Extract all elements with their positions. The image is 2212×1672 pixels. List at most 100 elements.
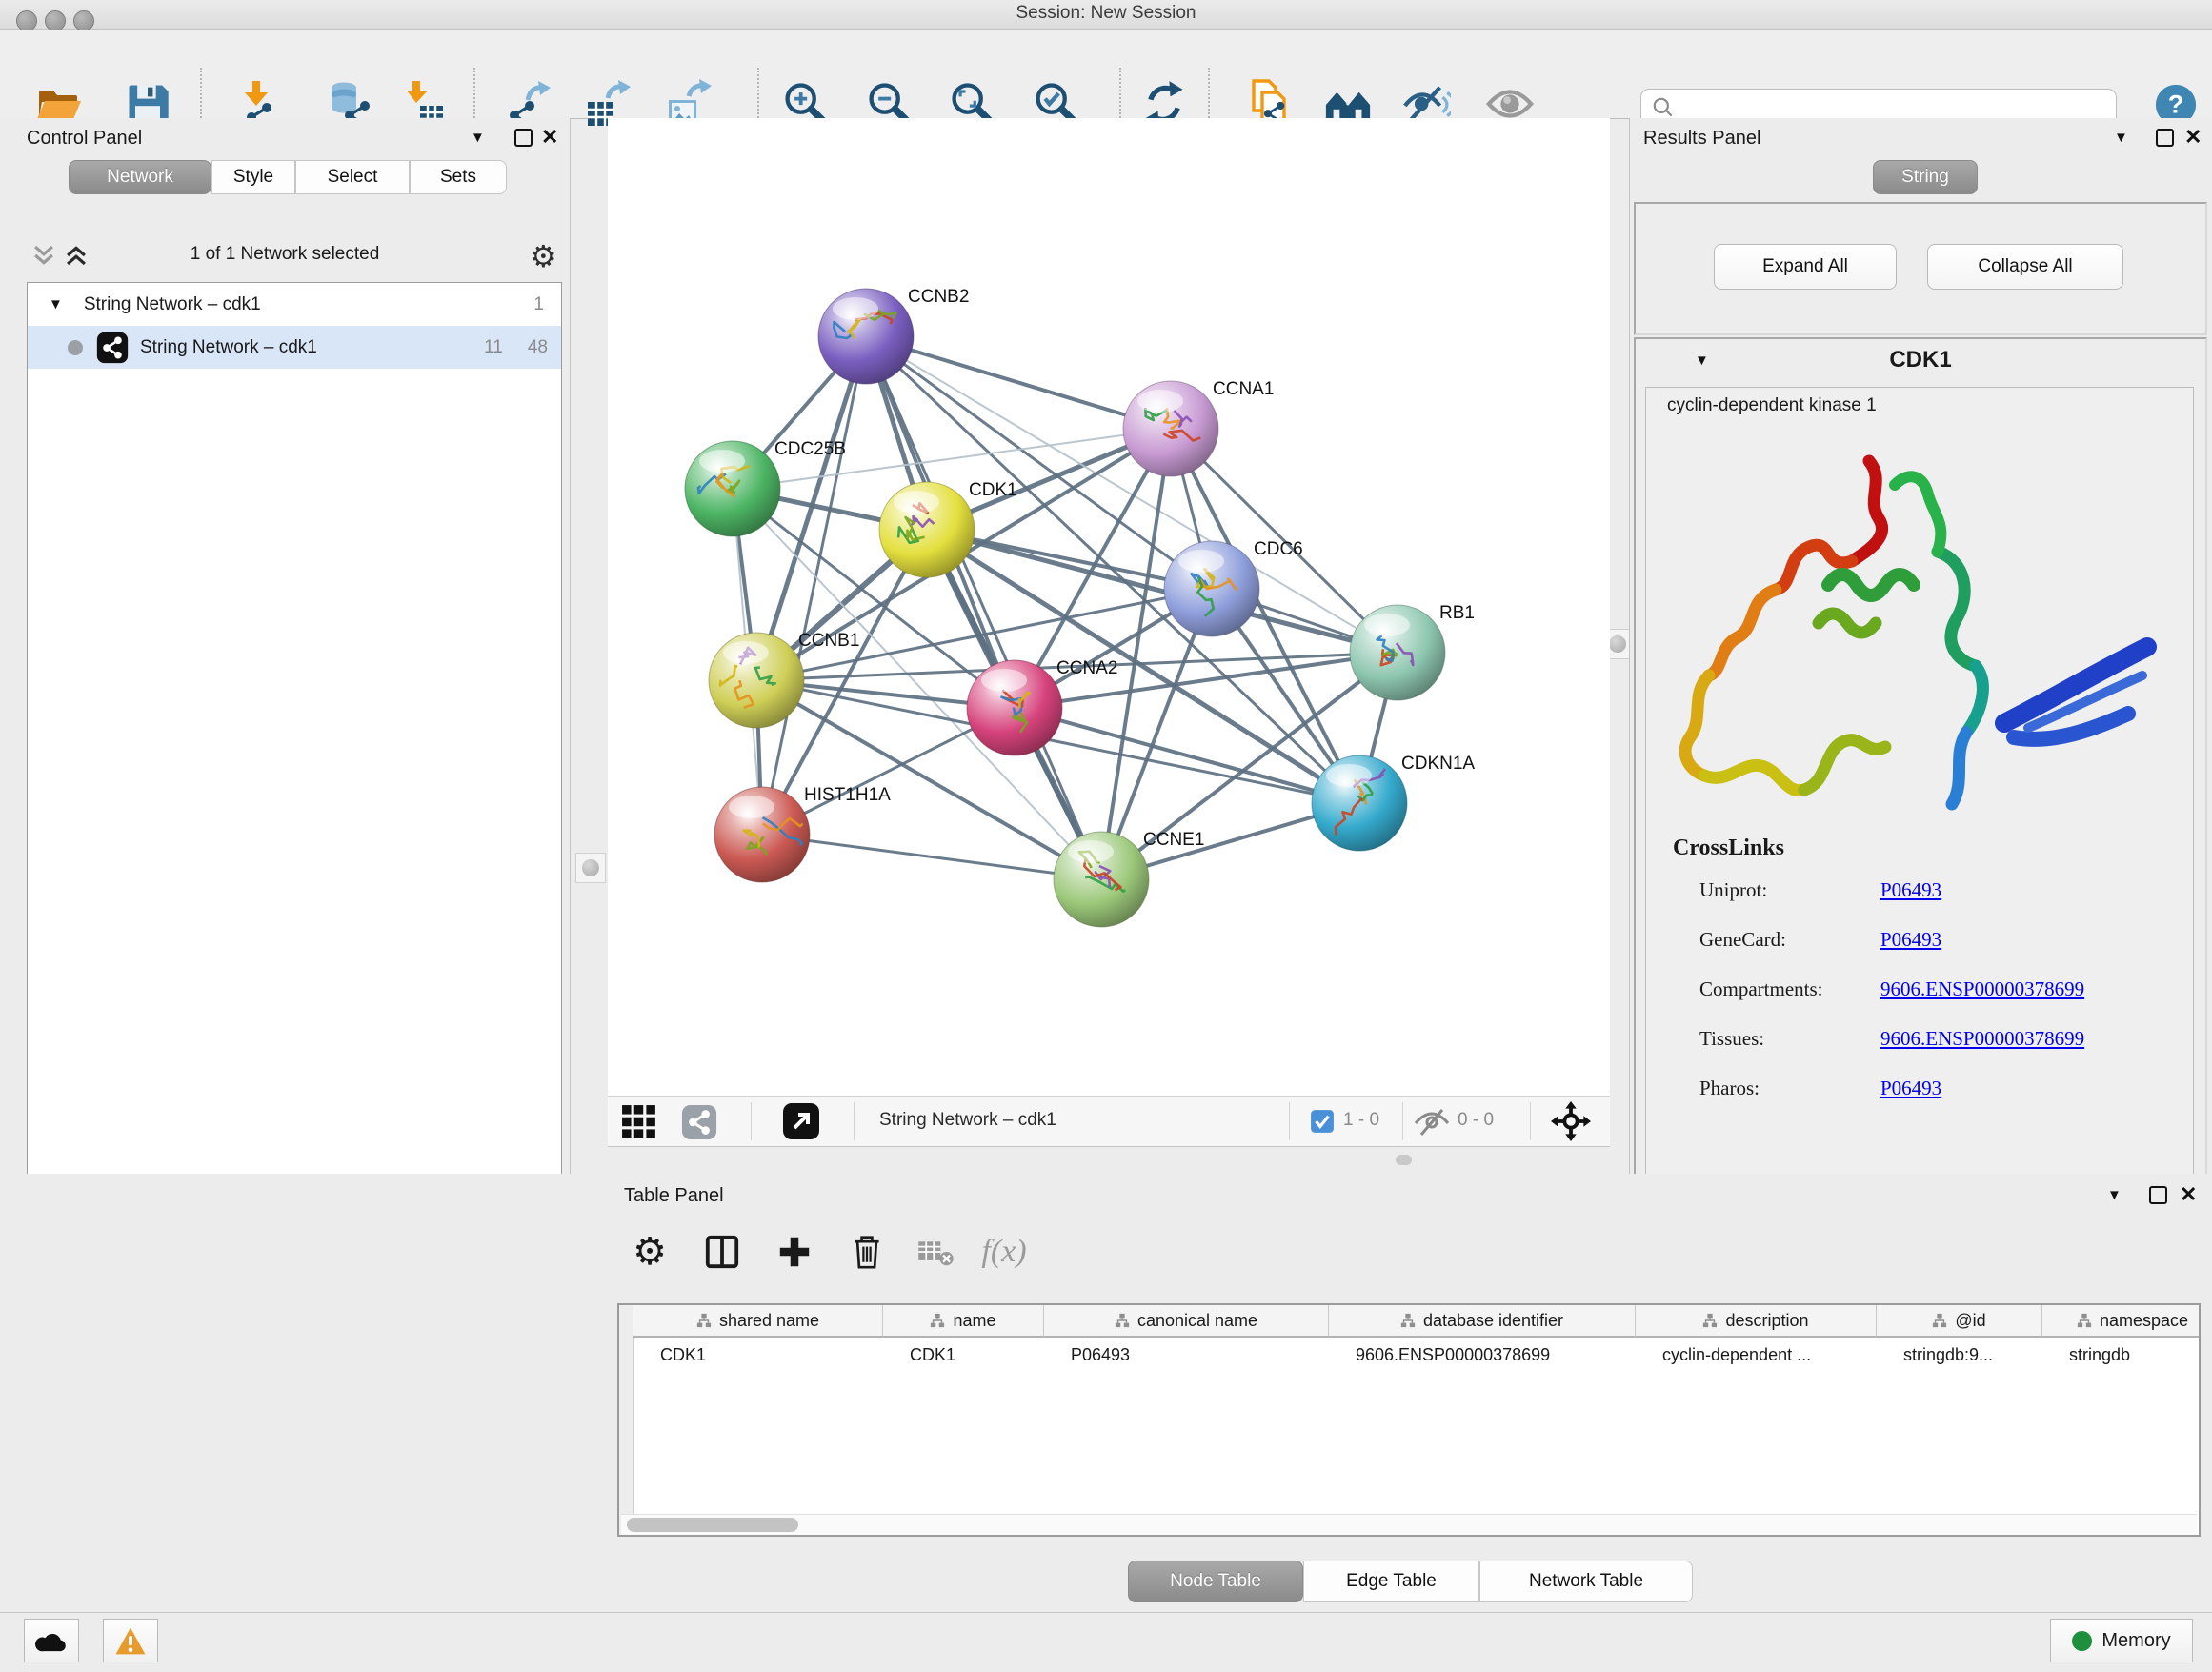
collapse-all-button[interactable]: Collapse All [1927, 244, 2123, 290]
network-collection-label: String Network – cdk1 [84, 294, 261, 315]
crosslink-link[interactable]: P06493 [1880, 1077, 1941, 1100]
column-header-shared-name[interactable]: shared name [633, 1305, 883, 1338]
network-node-ccne1[interactable]: CCNE1 [1054, 830, 1204, 927]
column-header-description[interactable]: description [1636, 1305, 1877, 1338]
table-row-gutter [619, 1305, 634, 1535]
network-edge[interactable] [762, 835, 1101, 879]
bottom-splitter-handle[interactable] [1396, 1155, 1412, 1165]
network-node-ccnb1[interactable]: CCNB1 [709, 631, 859, 728]
control-panel-close-icon[interactable]: ✕ [541, 127, 558, 148]
entry-gene-name: CDK1 [1636, 347, 2205, 373]
table-h-scrollbar-thumb[interactable] [627, 1518, 798, 1532]
detach-view-icon[interactable] [782, 1102, 820, 1140]
node-label: CCNE1 [1143, 830, 1204, 850]
network-node-hist1h1a[interactable]: HIST1H1A [714, 785, 891, 882]
control-panel-float-icon[interactable] [514, 129, 533, 151]
crosslink-label: Uniprot: [1699, 878, 1767, 902]
node-table[interactable]: shared nameCDK1nameCDK1canonical nameP06… [617, 1303, 2201, 1537]
network-edge[interactable] [866, 336, 1101, 879]
network-canvas[interactable]: CCNB2CCNA1CDC25BCDK1CDC6RB1CCNB1CCNA2CDK… [608, 118, 1610, 1096]
table-cell[interactable]: CDK1 [633, 1340, 883, 1370]
search-icon [1651, 95, 1676, 120]
network-label: String Network – cdk1 [140, 337, 317, 358]
left-splitter-handle[interactable] [575, 853, 606, 883]
network-node-ccna2[interactable]: CCNA2 [967, 658, 1117, 755]
selected-checkbox-icon[interactable] [1310, 1109, 1335, 1134]
expand-all-button[interactable]: Expand All [1714, 244, 1897, 290]
window-title: Session: New Session [0, 3, 2212, 24]
table-columns-icon[interactable] [701, 1229, 743, 1275]
tab-network-table[interactable]: Network Table [1479, 1561, 1693, 1602]
results-panel-float-icon[interactable] [2156, 129, 2174, 151]
table-cell[interactable]: P06493 [1044, 1340, 1329, 1370]
table-delete-icon[interactable] [846, 1229, 888, 1275]
navigator-crosshair-icon[interactable] [1551, 1101, 1591, 1141]
crosslinks-title: CrossLinks [1673, 836, 1784, 861]
node-label: RB1 [1439, 603, 1475, 623]
network-tree-row[interactable]: ▼String Network – cdk11 [28, 283, 561, 326]
network-grid-view-icon[interactable] [621, 1104, 657, 1140]
table-cell[interactable]: 9606.ENSP00000378699 [1329, 1340, 1636, 1370]
tab-node-table[interactable]: Node Table [1128, 1561, 1303, 1602]
column-header-name[interactable]: name [883, 1305, 1044, 1338]
tree-expander-icon[interactable]: ▼ [49, 296, 63, 312]
column-header-canonical-name[interactable]: canonical name [1044, 1305, 1329, 1338]
table-cell[interactable]: stringdb [2042, 1340, 2201, 1370]
results-actions-box: Expand All Collapse All [1634, 202, 2207, 335]
network-node-rb1[interactable]: RB1 [1350, 603, 1475, 700]
table-cell[interactable]: cyclin-dependent ... [1636, 1340, 1877, 1370]
node-label: CDK1 [969, 480, 1017, 500]
table-panel-title: Table Panel [624, 1185, 724, 1207]
crosslink-label: Compartments: [1699, 977, 1823, 1001]
column-header-namespace[interactable]: namespace [2042, 1305, 2201, 1338]
tab-network[interactable]: Network [69, 160, 211, 194]
table-settings-gear-icon[interactable]: ⚙ [629, 1229, 671, 1275]
node-label: CDC25B [774, 439, 846, 459]
results-entry-box: ▼ CDK1 cyclin-dependent kinase 1 [1634, 337, 2207, 1267]
table-panel-collapse-icon[interactable]: ▼ [2107, 1187, 2122, 1203]
table-panel-close-icon[interactable]: ✕ [2180, 1184, 2197, 1205]
network-node-ccna1[interactable]: CCNA1 [1123, 379, 1274, 476]
network-node-cdkn1a[interactable]: CDKN1A [1312, 754, 1475, 851]
protein-structure-image [1652, 428, 2187, 828]
table-add-icon[interactable] [774, 1229, 815, 1275]
crosslink-label: GeneCard: [1699, 928, 1786, 952]
crosslink-link[interactable]: P06493 [1880, 928, 1941, 952]
network-node-cdc25b[interactable]: CDC25B [685, 439, 846, 536]
network-options-gear-icon[interactable]: ⚙ [530, 238, 562, 271]
selected-counts: 1 - 0 [1343, 1110, 1379, 1131]
search-input[interactable] [1676, 97, 2116, 119]
network-node-ccnb2[interactable]: CCNB2 [818, 287, 969, 384]
crosslink-link[interactable]: 9606.ENSP00000378699 [1880, 977, 2084, 1001]
network-edge[interactable] [762, 336, 866, 835]
control-panel-collapse-icon[interactable]: ▼ [471, 130, 485, 146]
table-toolbar: ⚙ f(x) [629, 1229, 1296, 1277]
table-cell[interactable]: stringdb:9... [1877, 1340, 2042, 1370]
table-panel-float-icon[interactable] [2149, 1186, 2167, 1209]
network-tree-row[interactable]: String Network – cdk11148 [28, 326, 561, 369]
crosslink-link[interactable]: P06493 [1880, 878, 1941, 902]
network-node-cdk1[interactable]: CDK1 [879, 480, 1017, 577]
svg-text:?: ? [2168, 91, 2183, 119]
tab-style[interactable]: Style [211, 160, 295, 194]
warning-button[interactable] [103, 1619, 158, 1662]
tab-string[interactable]: String [1873, 160, 1978, 194]
crosslink-link[interactable]: 9606.ENSP00000378699 [1880, 1027, 2084, 1051]
tab-edge-table[interactable]: Edge Table [1303, 1561, 1479, 1602]
tab-select[interactable]: Select [295, 160, 410, 194]
tab-sets[interactable]: Sets [410, 160, 507, 194]
results-panel-close-icon[interactable]: ✕ [2184, 127, 2202, 148]
table-cell[interactable]: CDK1 [883, 1340, 1044, 1370]
column-header-database-identifier[interactable]: database identifier [1329, 1305, 1636, 1338]
hidden-eye-icon [1413, 1108, 1451, 1137]
results-panel-collapse-icon[interactable]: ▼ [2114, 130, 2128, 146]
table-h-scrollbar[interactable] [621, 1514, 2197, 1536]
memory-button[interactable]: Memory [2050, 1619, 2193, 1662]
network-share-view-icon[interactable] [681, 1104, 717, 1140]
crosslink-label: Tissues: [1699, 1027, 1764, 1051]
crosslink-label: Pharos: [1699, 1077, 1760, 1100]
column-header-@id[interactable]: @id [1877, 1305, 2042, 1338]
network-edge[interactable] [927, 530, 1398, 653]
node-label: CCNA1 [1213, 379, 1274, 399]
cloud-button[interactable] [24, 1619, 79, 1662]
